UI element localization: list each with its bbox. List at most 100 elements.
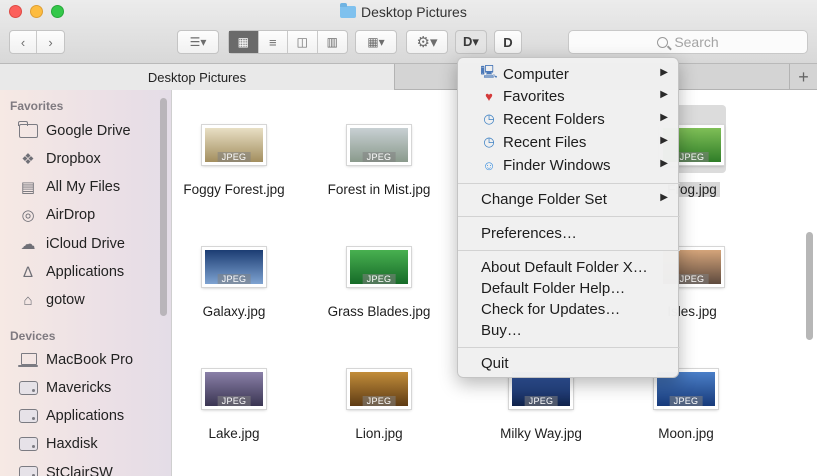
- arrange-icon: ☰▾: [189, 35, 207, 49]
- thumbnail: JPEG: [347, 369, 411, 409]
- chevron-left-icon: ‹: [20, 34, 26, 50]
- sidebar-item-label: Mavericks: [46, 380, 112, 396]
- submenu-arrow-icon: ▶: [660, 89, 668, 100]
- grid-icon: ▦: [237, 35, 249, 49]
- sidebar-item-icloud-drive[interactable]: ☁ iCloud Drive: [18, 232, 125, 256]
- columns-icon: ◫: [296, 35, 308, 49]
- menu-item-about[interactable]: About Default Folder X…: [458, 256, 680, 278]
- file-name: Lion.jpg: [355, 426, 403, 441]
- cloud-icon: ☁: [20, 236, 36, 253]
- sidebar-item-label: All My Files: [46, 179, 121, 195]
- recent-folders-icon: ◷: [483, 111, 495, 126]
- file-item[interactable]: JPEG Grass Blades.jpg: [304, 247, 454, 319]
- menu-item-preferences[interactable]: Preferences…: [458, 222, 680, 244]
- cover-flow-button[interactable]: ▥: [318, 31, 347, 53]
- menu-item-quit[interactable]: Quit: [458, 352, 680, 374]
- action-button[interactable]: ⚙▾: [406, 30, 448, 54]
- sidebar-item-stclairsw[interactable]: StClairSW: [18, 461, 113, 476]
- menu-separator: [458, 183, 680, 184]
- sidebar-item-label: Applications: [46, 264, 125, 280]
- tab-desktop-pictures[interactable]: Desktop Pictures: [0, 64, 395, 90]
- content-scrollbar[interactable]: [806, 232, 813, 340]
- new-tab-button[interactable]: +: [789, 64, 817, 90]
- default-folder-button[interactable]: D: [494, 30, 522, 54]
- file-item[interactable]: JPEG Galaxy.jpg: [159, 247, 309, 319]
- jpeg-tag: JPEG: [217, 396, 251, 406]
- sidebar-item-label: iCloud Drive: [46, 236, 125, 252]
- group-icon: ▦▾: [367, 35, 385, 49]
- sidebar-item-google-drive[interactable]: Google Drive: [18, 119, 131, 143]
- group-button[interactable]: ▦▾: [355, 30, 397, 54]
- jpeg-tag: JPEG: [669, 396, 703, 406]
- sidebar-item-macbook-pro[interactable]: MacBook Pro: [18, 348, 133, 372]
- menu-item-recent-folders[interactable]: ◷ Recent Folders ▶: [458, 108, 680, 130]
- sidebar-item-label: Dropbox: [46, 151, 101, 167]
- sidebar-item-label: StClairSW: [46, 465, 113, 476]
- default-folder-alt-icon: D: [503, 34, 513, 50]
- menu-item-computer[interactable]: 🖳 Computer ▶: [458, 63, 680, 85]
- file-name: Lake.jpg: [208, 426, 260, 441]
- sidebar-item-mavericks[interactable]: Mavericks: [18, 376, 111, 400]
- sidebar-item-airdrop[interactable]: ◎ AirDrop: [18, 203, 95, 227]
- file-item[interactable]: JPEG Lake.jpg: [159, 369, 309, 441]
- sidebar: Favorites Google Drive ❖ Dropbox ▤ All M…: [0, 90, 172, 476]
- icon-view-button[interactable]: ▦: [229, 31, 259, 53]
- finder-window: Desktop Pictures ‹ › ☰▾ ▦ ≡ ◫ ▥ ▦▾ ⚙▾ D▾…: [0, 0, 817, 476]
- sidebar-item-label: Applications: [46, 408, 125, 424]
- applications-icon: ∆: [23, 263, 33, 281]
- zoom-window-button[interactable]: [51, 5, 64, 18]
- menu-item-favorites[interactable]: ♥ Favorites ▶: [458, 85, 680, 107]
- sidebar-item-dropbox[interactable]: ❖ Dropbox: [18, 147, 101, 171]
- tab-label: Desktop Pictures: [147, 69, 247, 85]
- submenu-arrow-icon: ▶: [660, 112, 668, 123]
- menu-item-change-folder-set[interactable]: Change Folder Set ▶: [458, 188, 680, 210]
- sidebar-heading-favorites: Favorites: [10, 99, 64, 113]
- forward-button[interactable]: ›: [37, 31, 64, 53]
- menu-item-finder-windows[interactable]: ☺ Finder Windows ▶: [458, 154, 680, 176]
- gear-icon: ⚙▾: [416, 34, 438, 51]
- sidebar-item-label: Google Drive: [46, 123, 131, 139]
- list-icon: ≡: [268, 34, 277, 50]
- finder-icon: ☺: [482, 157, 496, 173]
- sidebar-item-gotow[interactable]: ⌂ gotow: [18, 288, 85, 312]
- arrange-button[interactable]: ☰▾: [177, 30, 219, 54]
- file-item[interactable]: JPEG Lion.jpg: [304, 369, 454, 441]
- folder-icon: [340, 3, 356, 18]
- sidebar-item-label: gotow: [46, 292, 85, 308]
- chevron-right-icon: ›: [48, 34, 53, 50]
- jpeg-tag: JPEG: [524, 396, 558, 406]
- file-name: Galaxy.jpg: [202, 304, 266, 319]
- menu-item-help[interactable]: Default Folder Help…: [458, 277, 680, 299]
- search-field[interactable]: Search: [568, 30, 808, 54]
- file-item[interactable]: JPEG Foggy Forest.jpg: [159, 125, 309, 197]
- column-view-button[interactable]: ◫: [288, 31, 318, 53]
- jpeg-tag: JPEG: [217, 274, 251, 284]
- menu-item-buy[interactable]: Buy…: [458, 319, 680, 341]
- submenu-arrow-icon: ▶: [660, 192, 668, 203]
- sidebar-item-all-my-files[interactable]: ▤ All My Files: [18, 175, 120, 199]
- file-item[interactable]: JPEG Milky Way.jpg: [466, 369, 616, 441]
- sidebar-item-haxdisk[interactable]: Haxdisk: [18, 432, 98, 456]
- file-name: Forest in Mist.jpg: [327, 182, 431, 197]
- laptop-icon: [18, 353, 38, 367]
- plus-icon: +: [798, 66, 809, 87]
- file-item[interactable]: JPEG Moon.jpg: [611, 369, 761, 441]
- submenu-arrow-icon: ▶: [660, 67, 668, 78]
- sidebar-item-label: AirDrop: [46, 207, 96, 223]
- sidebar-item-applications-drive[interactable]: Applications: [18, 404, 124, 428]
- submenu-arrow-icon: ▶: [660, 135, 668, 146]
- close-window-button[interactable]: [9, 5, 22, 18]
- list-view-button[interactable]: ≡: [259, 31, 288, 53]
- cover-flow-icon: ▥: [326, 35, 338, 49]
- back-button[interactable]: ‹: [10, 31, 38, 53]
- file-item[interactable]: JPEG Forest in Mist.jpg: [304, 125, 454, 197]
- minimize-window-button[interactable]: [30, 5, 43, 18]
- sidebar-item-applications[interactable]: ∆ Applications: [18, 260, 124, 284]
- menu-item-check-updates[interactable]: Check for Updates…: [458, 298, 680, 320]
- all-files-icon: ▤: [20, 179, 36, 196]
- menu-item-recent-files[interactable]: ◷ Recent Files ▶: [458, 131, 680, 153]
- default-folder-menu-button[interactable]: D▾: [455, 30, 487, 54]
- jpeg-tag: JPEG: [675, 274, 709, 284]
- dropbox-icon: ❖: [21, 151, 35, 168]
- thumbnail: JPEG: [202, 125, 266, 165]
